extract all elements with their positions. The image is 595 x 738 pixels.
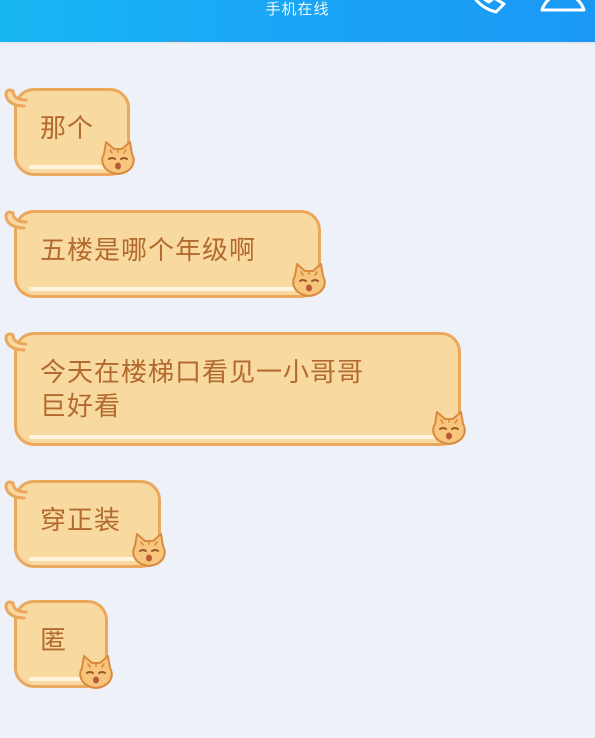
bubble-tail-icon <box>4 600 28 620</box>
message-bubble[interactable]: 穿正装 <box>4 480 169 572</box>
bubble-tail-icon <box>4 480 28 500</box>
bubble-tail-icon <box>4 88 28 108</box>
chat-header: 手机在线 <box>0 0 595 42</box>
bubble-tail-icon <box>4 210 28 230</box>
message-bubble[interactable]: 匿 <box>4 600 116 692</box>
message-bubble[interactable]: 五楼是哪个年级啊 <box>4 210 329 302</box>
message-bubble[interactable]: 那个 <box>4 88 139 180</box>
message-text: 今天在楼梯口看见一小哥哥 巨好看 <box>40 358 365 422</box>
message-bubble[interactable]: 今天在楼梯口看见一小哥哥 巨好看 <box>4 332 469 450</box>
cat-sticker-icon <box>79 655 113 689</box>
bubble-tail-icon <box>4 332 28 352</box>
cat-sticker-icon <box>132 533 166 567</box>
message-text: 五楼是哪个年级啊 <box>40 236 257 266</box>
partial-header-text: ... <box>170 30 187 46</box>
message-text: 那个 <box>40 114 95 144</box>
phone-icon[interactable] <box>462 0 516 16</box>
profile-icon[interactable] <box>536 0 590 14</box>
cat-sticker-icon <box>292 263 326 297</box>
cat-sticker-icon <box>101 141 135 175</box>
message-text: 穿正装 <box>40 506 122 536</box>
message-text: 匿 <box>40 626 68 656</box>
cat-sticker-icon <box>432 411 466 445</box>
